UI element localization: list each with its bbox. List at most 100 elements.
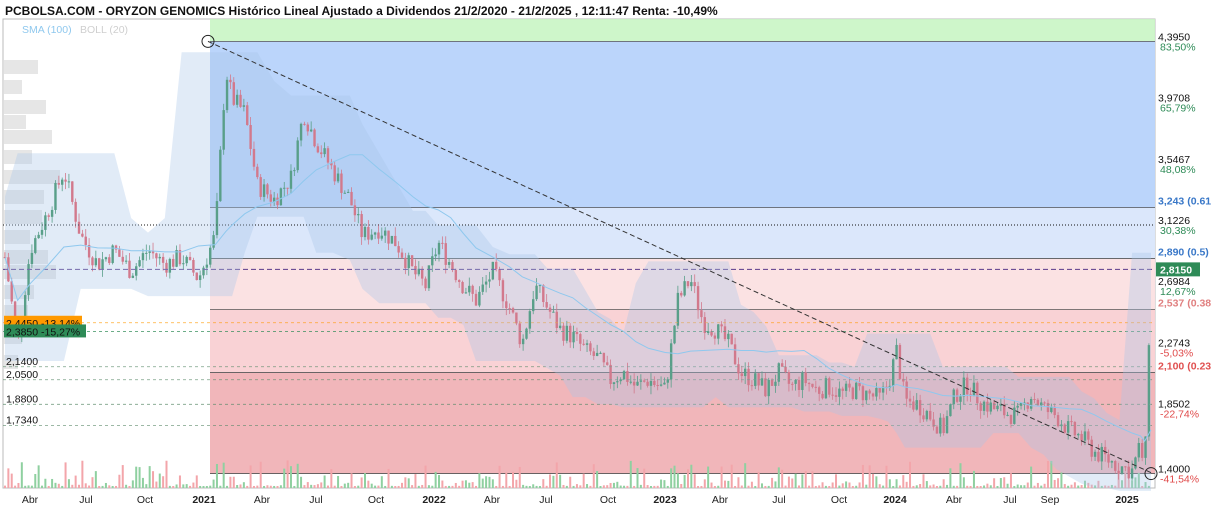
volume-bar [986,483,989,488]
volume-bar [552,475,555,488]
volume-bar [643,468,646,488]
volume-bar [596,470,599,488]
volume-bar [17,482,20,488]
volume-bar [902,475,905,488]
volume-bar [118,474,121,488]
percent-label: 48,08% [1160,164,1196,176]
volume-bar [656,485,659,488]
volume-bar [885,465,888,488]
volume-bar [269,485,272,488]
percent-label: 83,50% [1160,41,1196,53]
volume-bar [475,485,478,488]
volume-bar [441,480,444,488]
volume-bar [801,474,804,488]
volume-bar [54,482,57,488]
volume-bar [34,473,37,488]
volume-bar [538,485,541,488]
volume-bar [713,485,716,488]
volume-bar [582,473,585,488]
volume-bar [730,464,733,488]
volume-bar [831,482,834,488]
volume-bar [209,485,212,488]
volume-bar [875,476,878,488]
volume-bar [962,477,965,488]
volume-bar [851,485,854,488]
volume-bar [303,485,306,488]
volume-bar [895,479,898,488]
volume-bar [612,482,615,488]
volume-bar [178,475,181,488]
volume-bar [653,485,656,488]
volume-bar [293,485,296,488]
volume-bar [357,485,360,488]
volume-bar [427,485,430,488]
volume-bar [394,485,397,488]
volume-bar [888,479,891,488]
volume-bar [414,474,417,488]
volume-bar [549,474,552,488]
volume-bar [121,465,124,488]
volume-bar [1026,482,1029,488]
volume-bar [78,484,81,488]
volume-bar [858,482,861,488]
volume-bar [71,484,74,488]
volume-bar [754,485,757,488]
volume-bar [390,485,393,488]
volume-bar [572,485,575,488]
volume-bar [14,485,17,488]
volume-bar [404,477,407,488]
volume-bar [639,484,642,488]
volume-bar [680,483,683,488]
volume-bar [4,485,6,488]
volume-bar [464,480,467,488]
volume-bar [542,479,545,488]
volume-bar [616,481,619,488]
x-tick-label: Oct [368,494,384,506]
volume-bar [256,485,259,488]
volume-bar [1070,484,1073,488]
volume-bar [747,485,750,488]
volume-bar [263,485,266,488]
x-tick-label: Abr [712,494,729,506]
volume-bar [848,482,851,488]
volume-bar [508,485,511,488]
x-tick-label: 2025 [1115,494,1139,506]
volume-bar [7,468,10,488]
volume-bar [300,476,303,488]
volume-bar [690,464,693,488]
volume-bar [286,460,289,488]
fib-level-label: 2,537 (0.38 [1158,297,1211,309]
volume-bar [454,482,457,488]
volume-bar [400,482,403,488]
volume-bar [212,479,215,488]
volume-bar [141,477,144,488]
volume-bar [1050,460,1053,488]
volume-bar [347,482,350,488]
volume-bar [845,481,848,488]
left-level-label: 1,7340 [6,414,38,426]
volume-bar [384,485,387,488]
volume-bar [387,468,390,488]
volume-bar [835,474,838,488]
volume-bar [609,482,612,488]
volume-bar [283,468,286,488]
volume-bar [996,485,999,488]
volume-bar [407,478,410,488]
x-tick-label: Oct [137,494,153,506]
volume-bar [646,485,649,488]
volume-bar [199,485,202,488]
volume-bar [273,485,276,488]
volume-bar [757,471,760,488]
volume-bar [959,463,962,488]
x-tick-label: Jul [79,494,92,506]
volume-bar [252,485,255,488]
volume-bar [81,460,84,488]
volume-bar [1006,483,1009,488]
volume-bar [649,486,652,488]
x-tick-label: Oct [600,494,616,506]
volume-bar [767,485,770,488]
volume-bar [522,484,525,488]
volume-bar [363,473,366,488]
volume-bar [495,485,498,488]
chart-title: PCBOLSA.COM - ORYZON GENOMICS Histórico … [5,4,718,18]
